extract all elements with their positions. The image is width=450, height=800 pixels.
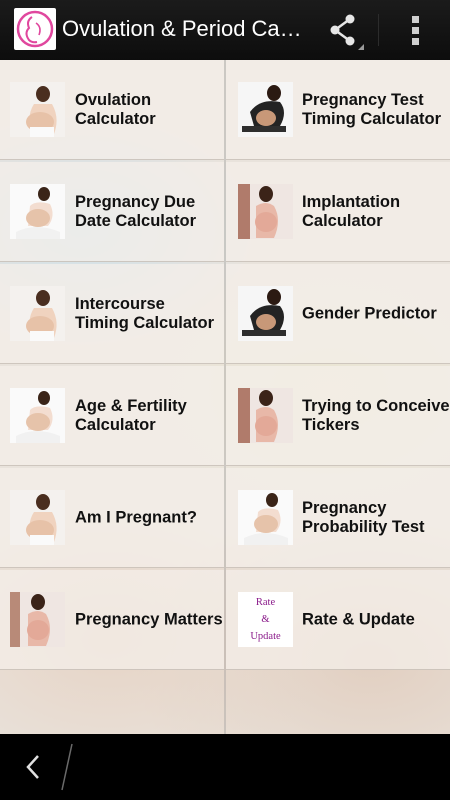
menu-item-pregnancy-matters[interactable]: Pregnancy Matters	[0, 570, 224, 670]
pregnant-woman-photo-icon	[10, 286, 65, 341]
overflow-menu-icon[interactable]	[396, 10, 436, 50]
menu-item-label: Trying to Conceive Tickers	[302, 396, 450, 434]
action-bar-divider	[378, 14, 379, 46]
pregnant-woman-sitting-photo-icon	[238, 490, 293, 545]
rate-thumb-line: Update	[250, 631, 281, 642]
menu-item-gender-predictor[interactable]: Gender Predictor	[226, 264, 450, 364]
rate-thumb-line: Rate	[255, 597, 276, 608]
action-bar: Ovulation & Period Calculator	[0, 0, 450, 60]
menu-item-ttc-tickers[interactable]: Trying to Conceive Tickers	[226, 366, 450, 466]
menu-item-label: Pregnancy Probability Test	[302, 498, 425, 536]
menu-grid-container: Ovulation Calculator Pregnancy Test Timi…	[0, 60, 450, 734]
menu-item-pregnancy-probability[interactable]: Pregnancy Probability Test	[226, 468, 450, 568]
pregnant-woman-photo-icon	[10, 82, 65, 137]
app-title: Ovulation & Period Calculator	[62, 16, 302, 41]
pregnant-woman-sitting-photo-icon	[10, 388, 65, 443]
menu-item-pregnancy-due-date[interactable]: Pregnancy Due Date Calculator	[0, 162, 224, 262]
pregnant-woman-photo-icon	[238, 388, 293, 443]
menu-item-intercourse-timing[interactable]: Intercourse Timing Calculator	[0, 264, 224, 364]
back-icon[interactable]	[18, 752, 48, 782]
menu-item-label: Am I Pregnant?	[75, 508, 197, 526]
pregnant-woman-photo-icon	[10, 592, 65, 647]
menu-item-implantation-calculator[interactable]: Implantation Calculator	[226, 162, 450, 262]
menu-item-label: Pregnancy Matters	[75, 610, 223, 628]
pregnant-woman-sitting-photo-icon	[10, 184, 65, 239]
app-logo-icon[interactable]	[14, 8, 56, 50]
menu-item-label: Age & Fertility Calculator	[75, 396, 187, 434]
menu-item-ovulation-calculator[interactable]: Ovulation Calculator	[0, 60, 224, 160]
menu-item-label: Gender Predictor	[302, 304, 437, 322]
menu-item-am-i-pregnant[interactable]: Am I Pregnant?	[0, 468, 224, 568]
pregnant-woman-dark-photo-icon	[238, 286, 293, 341]
nav-divider	[60, 742, 74, 792]
menu-item-label: Pregnancy Due Date Calculator	[75, 192, 197, 230]
share-icon[interactable]	[322, 10, 366, 50]
navigation-bar	[0, 734, 450, 800]
rate-thumb-line: &	[261, 614, 270, 625]
menu-item-age-fertility[interactable]: Age & Fertility Calculator	[0, 366, 224, 466]
menu-item-label: Ovulation Calculator	[75, 90, 156, 128]
menu-item-label: Pregnancy Test Timing Calculator	[302, 90, 442, 128]
rate-update-thumbnail: Rate & Update	[238, 592, 293, 647]
menu-item-pregnancy-test-timing[interactable]: Pregnancy Test Timing Calculator	[226, 60, 450, 160]
menu-item-label: Implantation Calculator	[302, 192, 401, 230]
menu-item-rate-update[interactable]: Rate & Update Rate & Update	[226, 570, 450, 670]
pregnant-woman-photo-icon	[238, 184, 293, 239]
pregnant-woman-photo-icon	[10, 490, 65, 545]
pregnant-woman-dark-photo-icon	[238, 82, 293, 137]
column-divider	[224, 60, 226, 734]
menu-item-label: Rate & Update	[302, 610, 415, 628]
menu-item-label: Intercourse Timing Calculator	[75, 294, 215, 332]
